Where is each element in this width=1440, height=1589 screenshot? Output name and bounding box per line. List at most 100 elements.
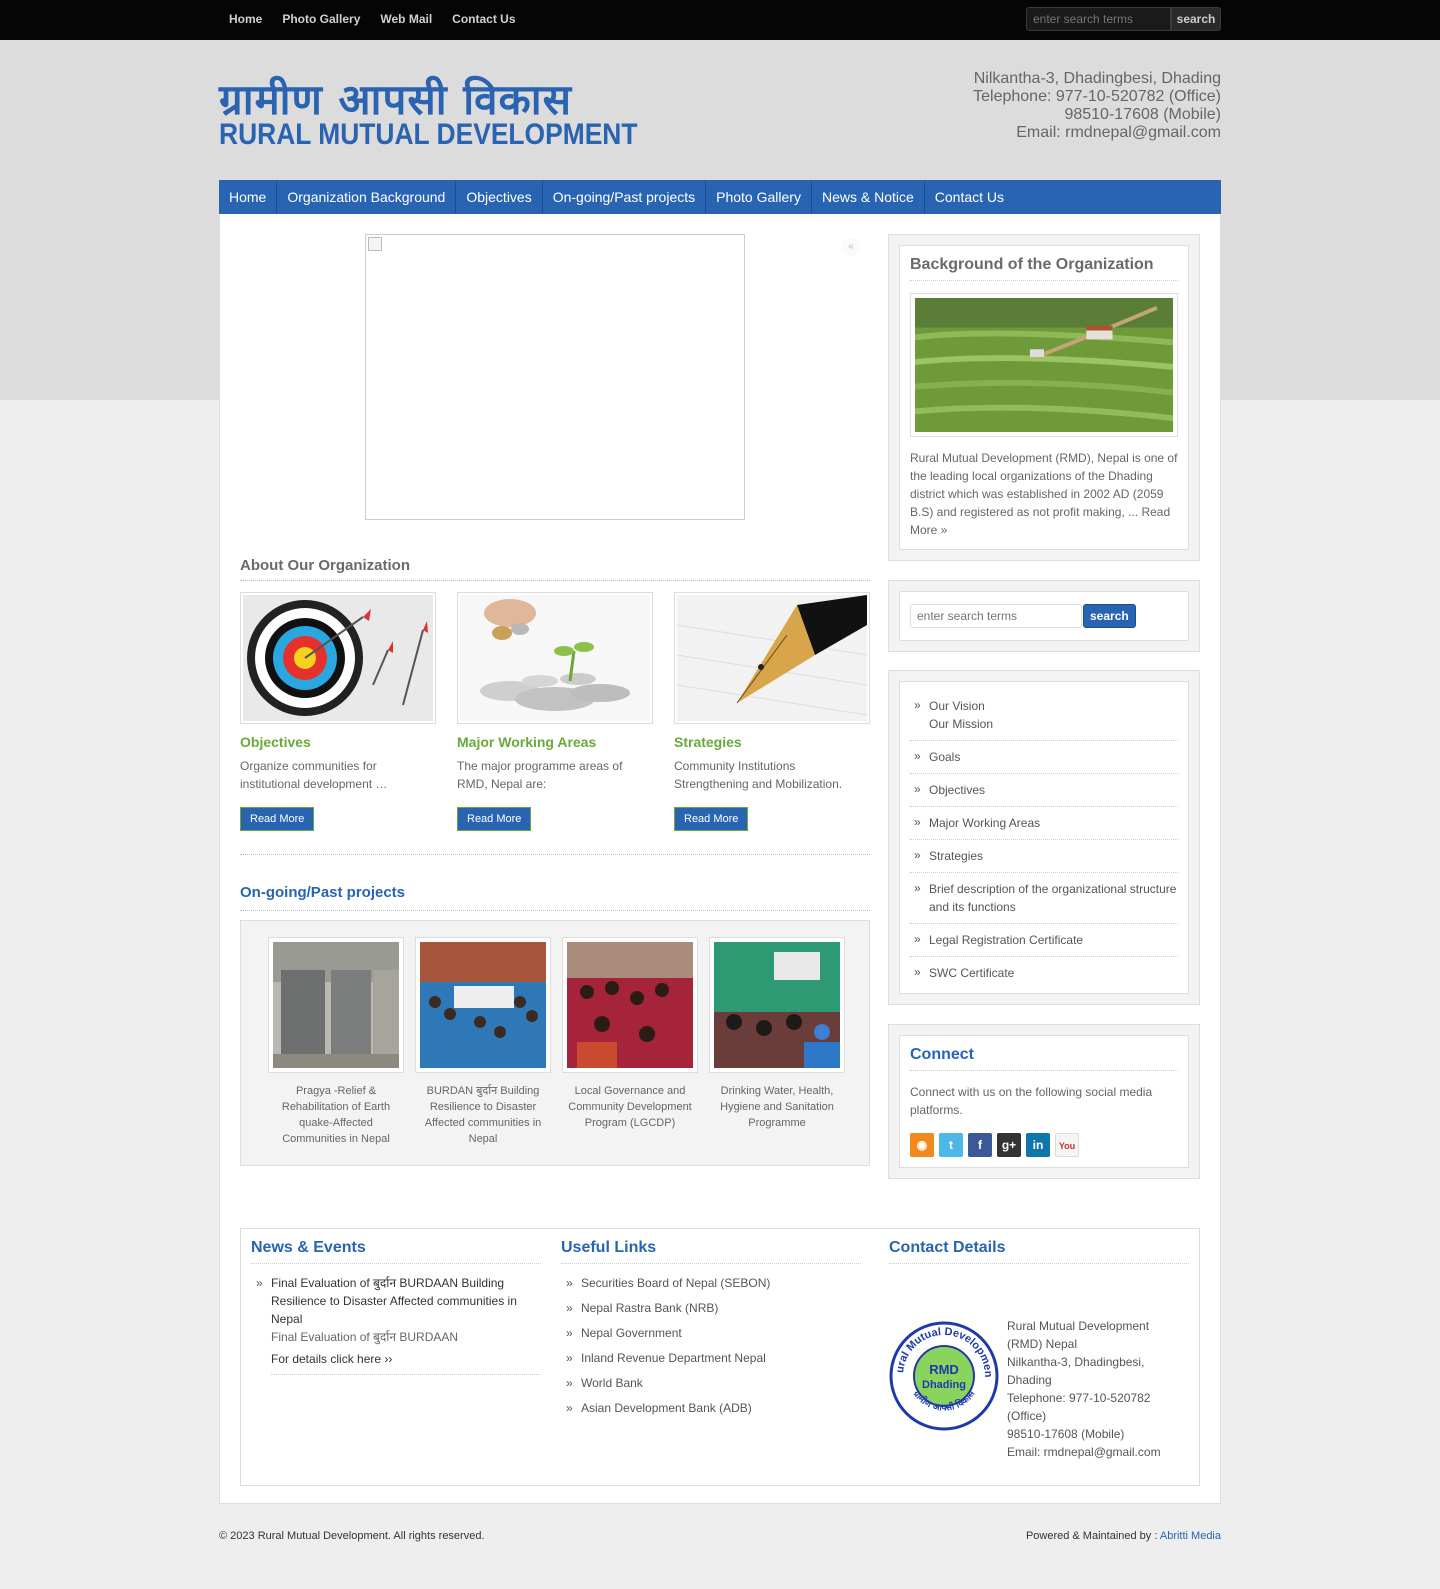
contact-email[interactable]: Email: rmdnepal@gmail.com bbox=[1007, 1443, 1177, 1461]
sidebar-background-box: Background of the Organization Rural Mut… bbox=[888, 234, 1200, 561]
sidebar-link-goals[interactable]: Goals bbox=[910, 741, 1178, 774]
youtube-icon[interactable]: You bbox=[1055, 1133, 1079, 1157]
about-title: About Our Organization bbox=[240, 557, 410, 574]
useful-link-nepal-government[interactable]: Nepal Government bbox=[561, 1324, 861, 1342]
useful-link-sebon[interactable]: Securities Board of Nepal (SEBON) bbox=[561, 1274, 861, 1292]
connect-text: Connect with us on the following social … bbox=[910, 1085, 1153, 1117]
students-group-photo bbox=[420, 942, 546, 1068]
useful-links-list: Securities Board of Nepal (SEBON) Nepal … bbox=[561, 1274, 861, 1417]
news-item-link[interactable]: For details click here ›› bbox=[271, 1350, 541, 1375]
background-title: Background of the Organization bbox=[910, 256, 1178, 281]
footer-box: News & Events Final Evaluation of बुर्दा… bbox=[240, 1228, 1200, 1486]
sidebar-link-vision[interactable]: Our Vision Our Mission bbox=[910, 690, 1178, 741]
logo-english[interactable]: RURAL MUTUAL DEVELOPMENT bbox=[219, 118, 637, 152]
news-events-column: News & Events Final Evaluation of बुर्दा… bbox=[251, 1239, 541, 1375]
sidebar-link-registration[interactable]: Legal Registration Certificate bbox=[910, 924, 1178, 957]
sidebar-search-box: search bbox=[888, 580, 1200, 652]
background-image[interactable] bbox=[910, 293, 1178, 437]
project-thumb[interactable] bbox=[415, 937, 551, 1073]
project-item[interactable]: BURDAN बुर्दान Building Resilience to Di… bbox=[415, 937, 551, 1147]
card-text: Community Institutions Strengthening and… bbox=[674, 759, 843, 791]
nav-home[interactable]: Home bbox=[219, 180, 278, 214]
sidebar-link-structure[interactable]: Brief description of the organizational … bbox=[910, 873, 1178, 924]
powered-by-link[interactable]: Abritti Media bbox=[1160, 1530, 1221, 1542]
top-search: search bbox=[1026, 7, 1221, 31]
top-search-button[interactable]: search bbox=[1171, 7, 1221, 31]
project-item[interactable]: Local Governance and Community Developme… bbox=[562, 937, 698, 1131]
google-plus-icon[interactable]: g+ bbox=[997, 1133, 1021, 1157]
useful-link-world-bank[interactable]: World Bank bbox=[561, 1374, 861, 1392]
project-caption[interactable]: Local Governance and Community Developme… bbox=[562, 1083, 698, 1131]
nav-news-notice[interactable]: News & Notice bbox=[812, 180, 925, 214]
rmd-seal-logo: Rural Mutual Development ग्रामीण आपसी वि… bbox=[889, 1321, 999, 1431]
news-item-title[interactable]: Final Evaluation of बुर्दान BURDAAN Buil… bbox=[271, 1274, 541, 1328]
read-more-button[interactable]: Read More bbox=[674, 807, 749, 831]
sidebar-search: search bbox=[910, 602, 1178, 630]
contact-details-column: Contact Details Rural Mutual Development… bbox=[889, 1239, 1189, 1459]
card-title[interactable]: Major Working Areas bbox=[457, 734, 653, 750]
project-thumb[interactable] bbox=[709, 937, 845, 1073]
top-nav-photo-gallery[interactable]: Photo Gallery bbox=[282, 12, 360, 26]
sidebar-connect-box: Connect Connect with us on the following… bbox=[888, 1024, 1200, 1179]
rss-icon[interactable]: ◉ bbox=[910, 1133, 934, 1157]
powered-label: Powered & Maintained by : bbox=[1025, 1530, 1158, 1542]
contact-org: Rural Mutual Development (RMD) Nepal bbox=[1007, 1319, 1150, 1351]
top-nav-home[interactable]: Home bbox=[229, 12, 262, 26]
link-sub-label[interactable]: Our Mission bbox=[929, 715, 1178, 733]
nav-organization-background[interactable]: Organization Background bbox=[277, 180, 457, 214]
nav-contact-us[interactable]: Contact Us bbox=[925, 180, 1014, 214]
card-thumb[interactable] bbox=[457, 592, 653, 724]
facebook-icon[interactable]: f bbox=[968, 1133, 992, 1157]
sidebar-search-input[interactable] bbox=[910, 604, 1082, 628]
read-more-button[interactable]: Read More bbox=[457, 807, 532, 831]
card-text: The major programme areas of RMD, Nepal … bbox=[457, 759, 623, 791]
divider bbox=[240, 910, 870, 911]
community-meeting-photo bbox=[567, 942, 693, 1068]
read-more-button[interactable]: Read More bbox=[240, 807, 315, 831]
mobile-line: 98510-17608 (Mobile) bbox=[1064, 106, 1221, 123]
card-title[interactable]: Objectives bbox=[240, 734, 436, 750]
sidebar-search-button[interactable]: search bbox=[1083, 604, 1136, 628]
top-search-input[interactable] bbox=[1026, 7, 1171, 31]
card-title[interactable]: Strategies bbox=[674, 734, 870, 750]
card-thumb[interactable] bbox=[674, 592, 870, 724]
link-label[interactable]: Our Vision bbox=[929, 699, 985, 713]
top-nav-contact-us[interactable]: Contact Us bbox=[452, 12, 515, 26]
background-text[interactable]: Rural Mutual Development (RMD), Nepal is… bbox=[910, 449, 1178, 539]
top-nav: Home Photo Gallery Web Mail Contact Us bbox=[229, 12, 516, 26]
telephone-line: Telephone: 977-10-520782 (Office) bbox=[973, 88, 1221, 105]
nav-projects[interactable]: On-going/Past projects bbox=[543, 180, 707, 214]
top-nav-web-mail[interactable]: Web Mail bbox=[380, 12, 432, 26]
sidebar-links-inner: Our Vision Our Mission Goals Objectives M… bbox=[899, 681, 1189, 994]
sidebar-link-objectives[interactable]: Objectives bbox=[910, 774, 1178, 807]
broken-image-icon bbox=[368, 237, 382, 251]
sidebar-link-swc[interactable]: SWC Certificate bbox=[910, 957, 1178, 989]
projects-carousel: Pragya -Relief & Rehabilitation of Earth… bbox=[240, 920, 870, 1166]
linkedin-icon[interactable]: in bbox=[1026, 1133, 1050, 1157]
project-caption[interactable]: BURDAN बुर्दान Building Resilience to Di… bbox=[415, 1083, 551, 1147]
card-thumb[interactable] bbox=[240, 592, 436, 724]
sidebar-link-strategies[interactable]: Strategies bbox=[910, 840, 1178, 873]
project-caption[interactable]: Drinking Water, Health, Hygiene and Sani… bbox=[709, 1083, 845, 1131]
nav-photo-gallery[interactable]: Photo Gallery bbox=[706, 180, 812, 214]
project-thumb[interactable] bbox=[268, 937, 404, 1073]
project-item[interactable]: Pragya -Relief & Rehabilitation of Earth… bbox=[268, 937, 404, 1147]
project-caption[interactable]: Pragya -Relief & Rehabilitation of Earth… bbox=[268, 1083, 404, 1147]
slider-prev-icon[interactable]: « bbox=[842, 238, 860, 256]
useful-link-ird[interactable]: Inland Revenue Department Nepal bbox=[561, 1349, 861, 1367]
nav-objectives[interactable]: Objectives bbox=[456, 180, 543, 214]
twitter-icon[interactable]: t bbox=[939, 1133, 963, 1157]
useful-link-nrb[interactable]: Nepal Rastra Bank (NRB) bbox=[561, 1299, 861, 1317]
social-icons: ◉ t f g+ in You bbox=[910, 1133, 1178, 1157]
sidebar-link-working-areas[interactable]: Major Working Areas bbox=[910, 807, 1178, 840]
card-text: Organize communities for institutional d… bbox=[240, 759, 388, 791]
news-item[interactable]: Final Evaluation of बुर्दान BURDAAN Buil… bbox=[251, 1274, 541, 1375]
project-thumb[interactable] bbox=[562, 937, 698, 1073]
project-item[interactable]: Drinking Water, Health, Hygiene and Sani… bbox=[709, 937, 845, 1131]
news-list: Final Evaluation of बुर्दान BURDAAN Buil… bbox=[251, 1274, 541, 1375]
copyright-text: © 2023 Rural Mutual Development. All rig… bbox=[219, 1530, 485, 1542]
contact-details-title: Contact Details bbox=[889, 1239, 1189, 1264]
useful-link-adb[interactable]: Asian Development Bank (ADB) bbox=[561, 1399, 861, 1417]
image-slider[interactable] bbox=[365, 234, 745, 520]
main-content: « About Our Organization Objectives Orga… bbox=[219, 214, 1221, 1504]
